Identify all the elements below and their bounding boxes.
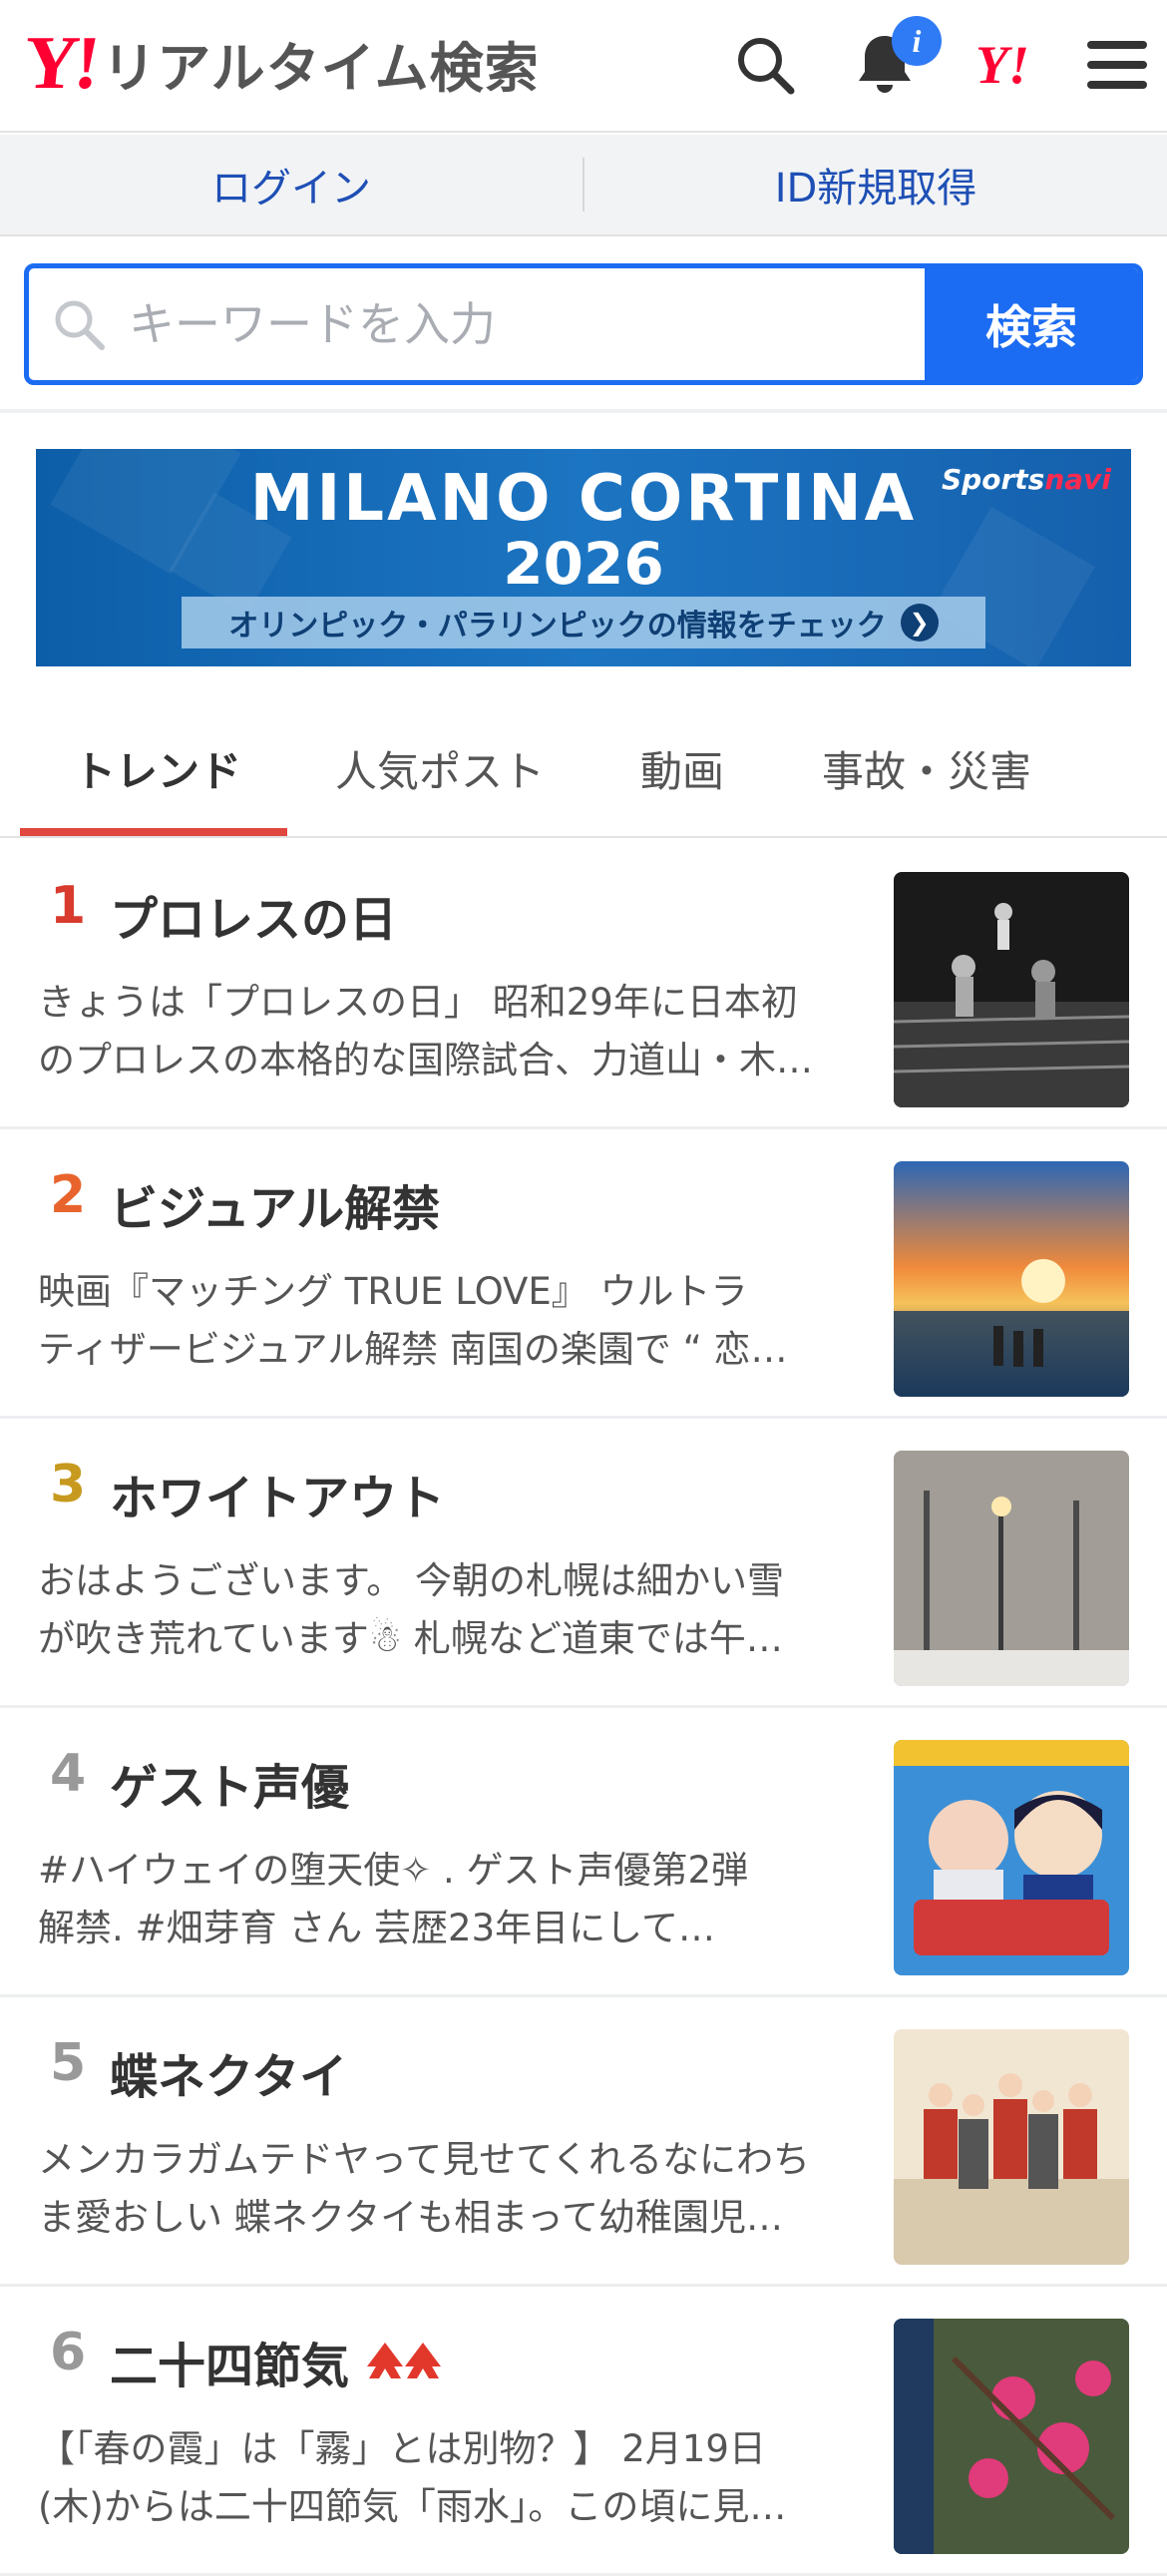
trend-rank: 4 [50,1744,87,1804]
logo-text: リアルタイム検索 [102,36,540,100]
banner-cta-text: オリンピック・パラリンピックの情報をチェック [228,609,887,644]
login-link[interactable]: ログイン [0,156,583,214]
trend-rank: 2 [50,1165,87,1225]
trend-description-line: おはようございます。 今朝の札幌は細かい雪 [38,1559,785,1602]
tab-videos[interactable]: 動画 [640,738,724,799]
trend-thumbnail[interactable] [894,872,1129,1107]
trend-description: #ハイウェイの堕天使✧ . ゲスト声優第2弾 解禁. #畑芽育 さん 芸歴23年目… [38,1842,856,1957]
trend-rank: 3 [50,1455,87,1514]
trend-item[interactable]: 5 蝶ネクタイメンカラガムテドヤって見せてくれるなにわち ま愛おしい 蝶ネクタイも相… [0,1997,1167,2287]
trend-item[interactable]: 1 プロレスの日きょうは「プロレスの日」 昭和29年に日本初 のプロレスの本格的な国… [0,840,1167,1129]
hamburger-menu-icon[interactable] [1082,30,1152,100]
trend-thumbnail[interactable] [894,1740,1129,1975]
tab-popular-posts[interactable]: 人気ポスト [335,738,545,799]
category-tabs: トレンド 人気ポスト 動画 事故・災害 [0,698,1167,838]
trend-title[interactable]: プロレスの日 [110,880,397,950]
trend-description-line: #ハイウェイの堕天使✧ . ゲスト声優第2弾 [38,1849,749,1892]
trend-description-line: のプロレスの本格的な国際試合、力道山・木… [38,1039,813,1081]
trend-description: おはようございます。 今朝の札幌は細かい雪 が吹き荒れています☃ 札幌など道東では… [38,1552,856,1668]
brand-a: Sports [942,463,1045,496]
trend-title[interactable]: ホワイトアウト [110,1459,445,1528]
trend-description-line: 【「春の霞」は「霧」とは別物？】 2月19日 [38,2427,766,2470]
trend-description: 【「春の霞」は「霧」とは別物？】 2月19日 (木)からは二十四節気「雨水」。この… [38,2420,856,2536]
trend-description-line: 解禁. #畑芽育 さん 芸歴23年目にして… [38,1907,716,1949]
search-icon[interactable] [730,30,800,100]
trend-description: 映画『マッチング TRUE LOVE』 ウルトラ ティザービジュアル解禁 南国の楽… [38,1263,856,1379]
brand-b: navi [1044,463,1111,496]
sportsnavi-logo: Sportsnavi [942,463,1111,496]
trend-title-text: プロレスの日 [110,892,398,948]
trend-thumbnail[interactable] [894,2319,1129,2554]
trend-description-line: ま愛おしい 蝶ネクタイも相まって幼稚園児… [38,2196,783,2239]
trend-thumbnail[interactable] [894,1161,1129,1397]
trend-title[interactable]: ゲスト声優 [110,1748,349,1818]
trend-title[interactable]: ビジュアル解禁 [110,1169,440,1239]
app-header: Y! リアルタイム検索 i Y! [0,0,1167,133]
trend-rank: 1 [50,876,87,936]
section-divider [0,409,1167,413]
chevron-right-icon: ❯ [900,604,939,642]
trend-description: メンカラガムテドヤって見せてくれるなにわち ま愛おしい 蝶ネクタイも相まって幼稚園… [38,2131,856,2247]
trend-item[interactable]: 4 ゲスト声優 #ハイウェイの堕天使✧ . ゲスト声優第2弾 解禁. #畑芽育 さん … [0,1708,1167,1997]
trend-item[interactable]: 6 二十四節気【「春の霞」は「霧」とは別物？】 2月19日 (木)からは二十四節気「… [0,2287,1167,2576]
rising-arrow-icon [363,2339,447,2384]
trend-description-line: きょうは「プロレスの日」 昭和29年に日本初 [38,981,798,1024]
trend-description-line: メンカラガムテドヤって見せてくれるなにわち [38,2138,811,2181]
tab-trend[interactable]: トレンド [74,738,241,799]
auth-bar: ログイン ID新規取得 [0,135,1167,236]
trend-description-line: (木)からは二十四節気「雨水」。この頃に見… [38,2485,787,2528]
trend-thumbnail[interactable] [894,2029,1129,2265]
notification-badge: i [892,16,942,66]
trend-title[interactable]: 二十四節気 [110,2327,447,2396]
trend-rank: 5 [50,2033,87,2093]
trend-title[interactable]: 蝶ネクタイ [110,2037,347,2107]
search-input[interactable] [129,268,925,380]
trend-description-line: 映画『マッチング TRUE LOVE』 ウルトラ [38,1270,748,1313]
search-button[interactable]: 検索 [925,268,1138,380]
trend-title-text: ビジュアル解禁 [110,1181,441,1237]
olympics-banner[interactable]: MILANO CORTINA 2026 オリンピック・パラリンピックの情報をチェ… [36,449,1131,666]
banner-year: 2026 [503,530,664,598]
tab-accidents-disasters[interactable]: 事故・災害 [822,738,1031,799]
trend-description-line: ティザービジュアル解禁 南国の楽園で “ 恋… [38,1328,788,1371]
signup-link[interactable]: ID新規取得 [584,156,1167,214]
trend-item[interactable]: 2 ビジュアル解禁映画『マッチング TRUE LOVE』 ウルトラ ティザービジュア… [0,1129,1167,1419]
trend-item[interactable]: 3 ホワイトアウトおはようございます。 今朝の札幌は細かい雪 が吹き荒れています☃ … [0,1419,1167,1708]
trend-title-text: ゲスト声優 [110,1760,350,1816]
trend-rank: 6 [50,2323,87,2382]
trend-title-text: 蝶ネクタイ [110,2049,348,2105]
active-tab-indicator [20,828,287,836]
trend-description: きょうは「プロレスの日」 昭和29年に日本初 のプロレスの本格的な国際試合、力道山… [38,974,856,1089]
yahoo-japan-icon[interactable]: Y! [968,30,1037,100]
search-bar: 検索 [24,263,1143,385]
trend-thumbnail[interactable] [894,1451,1129,1686]
trend-title-text: 二十四節気 [110,2339,350,2394]
trend-title-text: ホワイトアウト [110,1471,446,1526]
yahoo-realtime-logo[interactable]: Y! リアルタイム検索 [20,21,540,105]
search-icon [29,268,129,380]
banner-cta: オリンピック・パラリンピックの情報をチェック ❯ [182,597,985,648]
logo-mark: Y! [19,21,101,105]
trend-description-line: が吹き荒れています☃ 札幌など道東では午… [38,1617,783,1660]
